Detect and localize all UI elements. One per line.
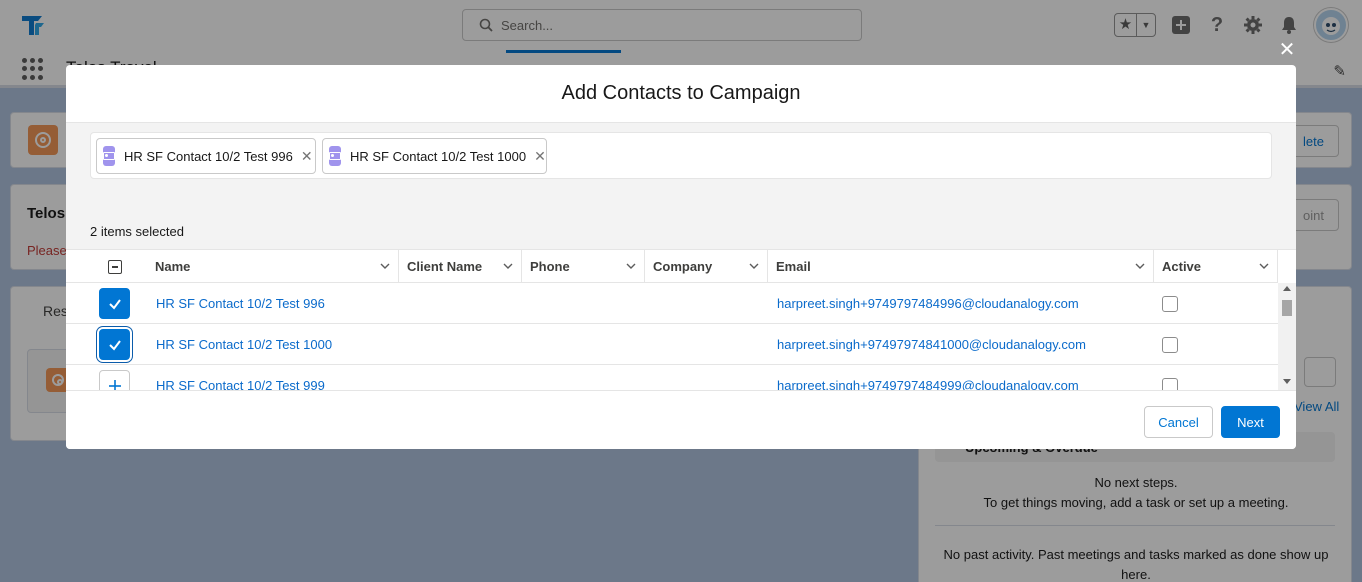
row-select-toggle[interactable] <box>99 288 130 319</box>
add-contacts-modal: Add Contacts to Campaign HR SF Contact 1… <box>66 65 1296 449</box>
column-header-phone[interactable]: Phone <box>522 250 645 283</box>
selected-contact-pill[interactable]: HR SF Contact 10/2 Test 996 ✕ <box>96 138 316 174</box>
chevron-down-icon[interactable] <box>626 261 636 271</box>
contacts-table: Name Client Name Phone Company Email Act… <box>66 249 1296 391</box>
chevron-down-icon[interactable] <box>503 261 513 271</box>
cancel-button[interactable]: Cancel <box>1144 406 1213 438</box>
column-header-email[interactable]: Email <box>768 250 1154 283</box>
contact-email-link[interactable]: harpreet.singh+9749797484996@cloudanalog… <box>777 296 1079 311</box>
check-icon <box>108 339 121 351</box>
scrollbar-thumb[interactable] <box>1282 300 1292 316</box>
column-header-client-name[interactable]: Client Name <box>399 250 522 283</box>
modal-title: Add Contacts to Campaign <box>561 82 801 104</box>
chevron-down-icon[interactable] <box>380 261 390 271</box>
pill-label: HR SF Contact 10/2 Test 996 <box>124 148 293 164</box>
selected-contact-pill[interactable]: HR SF Contact 10/2 Test 1000 ✕ <box>322 138 547 174</box>
select-all-checkbox[interactable] <box>108 260 122 274</box>
next-button[interactable]: Next <box>1221 406 1280 438</box>
modal-body: HR SF Contact 10/2 Test 996 ✕ HR SF Cont… <box>66 123 1296 391</box>
table-scrollbar[interactable] <box>1278 283 1296 391</box>
selected-count: 2 items selected <box>90 224 184 239</box>
contact-icon <box>329 146 341 166</box>
contact-icon <box>103 146 115 166</box>
column-header-company[interactable]: Company <box>645 250 768 283</box>
table-row[interactable]: HR SF Contact 10/2 Test 996 harpreet.sin… <box>66 283 1278 324</box>
chevron-down-icon[interactable] <box>749 261 759 271</box>
chevron-down-icon[interactable] <box>1135 261 1145 271</box>
row-select-toggle[interactable] <box>99 329 130 360</box>
modal-close-icon[interactable]: ✕ <box>1276 40 1298 62</box>
column-header-name[interactable]: Name <box>147 250 399 283</box>
remove-pill-close-icon[interactable]: ✕ <box>301 148 313 165</box>
modal-header: Add Contacts to Campaign <box>66 65 1296 123</box>
active-checkbox <box>1162 296 1178 312</box>
column-header-active[interactable]: Active <box>1154 250 1278 283</box>
remove-pill-close-icon[interactable]: ✕ <box>534 148 546 165</box>
column-header-select <box>66 250 147 283</box>
scroll-up-arrow-icon[interactable] <box>1283 286 1291 291</box>
table-row[interactable]: HR SF Contact 10/2 Test 1000 harpreet.si… <box>66 324 1278 365</box>
contact-name-link[interactable]: HR SF Contact 10/2 Test 996 <box>156 296 325 311</box>
scroll-down-arrow-icon[interactable] <box>1283 379 1291 384</box>
table-row[interactable]: HR SF Contact 10/2 Test 999 harpreet.sin… <box>66 365 1278 391</box>
row-select-toggle[interactable] <box>99 370 130 391</box>
modal-footer: Cancel Next <box>66 390 1296 449</box>
contact-email-link[interactable]: harpreet.singh+97497974841000@cloudanalo… <box>777 337 1086 352</box>
chevron-down-icon[interactable] <box>1259 261 1269 271</box>
pill-label: HR SF Contact 10/2 Test 1000 <box>350 148 527 164</box>
table-header: Name Client Name Phone Company Email Act… <box>66 250 1278 283</box>
check-icon <box>108 298 121 310</box>
selected-pills-container: HR SF Contact 10/2 Test 996 ✕ HR SF Cont… <box>90 132 1272 179</box>
contact-name-link[interactable]: HR SF Contact 10/2 Test 1000 <box>156 337 332 352</box>
active-checkbox <box>1162 337 1178 353</box>
